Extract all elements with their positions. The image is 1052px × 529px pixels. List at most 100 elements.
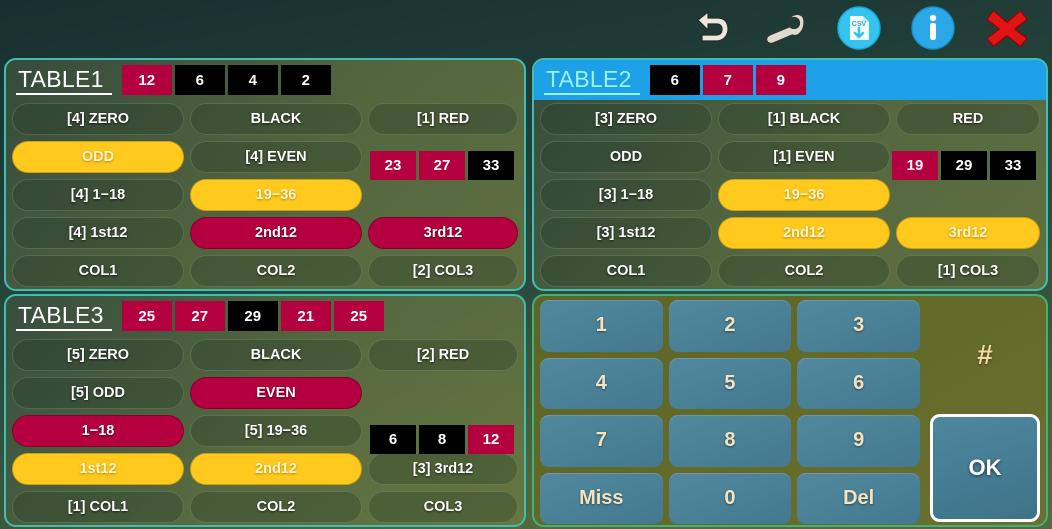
bet-cell-red[interactable]: [2] RED — [368, 339, 518, 371]
bet-cell-black[interactable]: BLACK — [190, 103, 362, 135]
bet-cell-col1[interactable]: COL1 — [12, 255, 184, 287]
history-chip: 7 — [702, 65, 753, 95]
bet-row: COL1 COL2 [2] COL3 — [12, 252, 518, 289]
history-chip: 29 — [227, 301, 278, 331]
table-header-table2[interactable]: TABLE2 679 — [534, 60, 1046, 100]
history-chip: 4 — [227, 65, 278, 95]
keypad-key-4[interactable]: 4 — [540, 357, 663, 409]
bet-cell-red[interactable]: [1] RED — [368, 103, 518, 135]
bet-cell-low[interactable]: 1−18 — [12, 415, 184, 447]
keypad-key-2[interactable]: 2 — [668, 300, 792, 352]
bet-cell-even[interactable]: [1] EVEN — [718, 141, 890, 173]
bet-cell-zero[interactable]: [3] ZERO — [540, 103, 712, 135]
bet-cell-zero[interactable]: [5] ZERO — [12, 339, 184, 371]
bet-row: COL1 COL2 [1] COL3 — [540, 252, 1040, 289]
bet-grid-table1: [4] ZERO BLACK [1] RED ODD [4] EVEN [4] … — [6, 100, 524, 289]
side-chips-table2: 19 29 33 — [892, 151, 1036, 180]
bet-cell-low[interactable]: [4] 1−18 — [12, 179, 184, 211]
keypad-key-0[interactable]: 0 — [668, 472, 792, 524]
bet-row: [4] 1st12 2nd12 3rd12 — [12, 214, 518, 252]
info-button[interactable] — [910, 5, 956, 51]
bet-cell-odd[interactable]: [5] ODD — [12, 377, 184, 409]
undo-button[interactable] — [688, 5, 734, 51]
bet-row: [5] ODD EVEN — [12, 374, 518, 412]
keypad-key-del[interactable]: Del — [797, 472, 920, 524]
bet-cell-dozen1[interactable]: [4] 1st12 — [12, 217, 184, 249]
bet-cell-black[interactable]: BLACK — [190, 339, 362, 371]
bet-cell-dozen1[interactable]: 1st12 — [12, 453, 184, 485]
side-chip: 6 — [370, 425, 416, 454]
keypad-key-5[interactable]: 5 — [668, 357, 792, 409]
bet-cell-low[interactable]: [3] 1−18 — [540, 179, 712, 211]
bet-cell-high[interactable]: [5] 19−36 — [190, 415, 362, 447]
side-chip: 12 — [468, 425, 514, 454]
bet-cell-col1[interactable]: [1] COL1 — [12, 491, 184, 523]
side-chip: 8 — [419, 425, 465, 454]
bet-row: [3] ZERO [1] BLACK RED — [540, 100, 1040, 138]
history-chip: 2 — [280, 65, 331, 95]
bet-cell-high[interactable]: 19−36 — [190, 179, 362, 211]
bet-cell-even[interactable]: [4] EVEN — [190, 141, 362, 173]
bet-cell-red[interactable]: RED — [896, 103, 1040, 135]
ok-button[interactable]: OK — [930, 414, 1040, 522]
entry-display: # — [977, 339, 993, 370]
bet-cell-col2[interactable]: COL2 — [190, 491, 362, 523]
table-header-table1[interactable]: TABLE1 12 6 4 2 — [6, 60, 524, 100]
table-title-table2: TABLE2 — [544, 66, 640, 95]
side-chip: 23 — [370, 151, 416, 180]
csv-export-icon: CSV — [837, 6, 881, 50]
bet-cell-dozen3[interactable]: 3rd12 — [896, 217, 1040, 249]
bet-cell-col3[interactable]: [1] COL3 — [896, 255, 1040, 287]
bet-row: [4] 1−18 19−36 — [12, 176, 518, 214]
close-icon — [986, 10, 1028, 47]
side-chips-table1: 23 27 33 — [370, 151, 514, 180]
settings-button[interactable] — [762, 5, 808, 51]
keypad-key-miss[interactable]: Miss — [540, 472, 663, 524]
bet-cell-dozen2[interactable]: 2nd12 — [190, 217, 362, 249]
keypad-key-6[interactable]: 6 — [797, 357, 920, 409]
side-chip: 27 — [419, 151, 465, 180]
table-header-table3[interactable]: TABLE3 25 27 29 21 25 — [6, 296, 524, 336]
keypad-panel: 1 2 3 4 5 6 7 8 9 Miss 0 Del # OK — [532, 294, 1048, 527]
bet-cell-col3[interactable]: [2] COL3 — [368, 255, 518, 287]
keypad-key-7[interactable]: 7 — [540, 415, 663, 467]
history-chip: 9 — [755, 65, 806, 95]
bet-cell-zero[interactable]: [4] ZERO — [12, 103, 184, 135]
bet-cell-col1[interactable]: COL1 — [540, 255, 712, 287]
table-panel-table1[interactable]: TABLE1 12 6 4 2 [4] ZERO BLACK [1] RED ODD … — [4, 58, 526, 291]
bet-row: [3] 1st12 2nd12 3rd12 — [540, 214, 1040, 252]
bet-row: 1st12 2nd12 [3] 3rd12 — [12, 450, 518, 488]
keypad-key-3[interactable]: 3 — [797, 300, 920, 352]
bet-cell-high[interactable]: 19−36 — [718, 179, 890, 211]
bet-cell-even[interactable]: EVEN — [190, 377, 362, 409]
keypad-key-1[interactable]: 1 — [540, 300, 663, 352]
bet-cell-odd[interactable]: ODD — [12, 141, 184, 173]
csv-export-button[interactable]: CSV — [836, 5, 882, 51]
side-chip: 19 — [892, 151, 938, 180]
bet-cell-dozen3[interactable]: 3rd12 — [368, 217, 518, 249]
bet-cell-col3[interactable]: COL3 — [368, 491, 518, 523]
table-panel-table2[interactable]: TABLE2 679 [3] ZERO [1] BLACK RED ODD [1… — [532, 58, 1048, 291]
keypad-key-8[interactable]: 8 — [668, 415, 792, 467]
table-panel-table3[interactable]: TABLE3 25 27 29 21 25 [5] ZERO BLACK [2] RED… — [4, 294, 526, 527]
wrench-icon — [766, 13, 805, 44]
bet-cell-dozen1[interactable]: [3] 1st12 — [540, 217, 712, 249]
history-chips-table1: 12 6 4 2 — [121, 65, 331, 95]
keypad-key-9[interactable]: 9 — [797, 415, 920, 467]
bet-cell-dozen2[interactable]: 2nd12 — [718, 217, 890, 249]
bet-cell-black[interactable]: [1] BLACK — [718, 103, 890, 135]
bet-row: [1] COL1 COL2 COL3 — [12, 488, 518, 525]
history-chip: 27 — [174, 301, 225, 331]
undo-icon — [697, 11, 729, 42]
history-chips-table3: 25 27 29 21 25 — [121, 301, 384, 331]
bet-cell-dozen2[interactable]: 2nd12 — [190, 453, 362, 485]
bet-grid-table3: [5] ZERO BLACK [2] RED [5] ODD EVEN 1−18… — [6, 336, 524, 525]
history-chip: 25 — [333, 301, 384, 331]
bet-cell-col2[interactable]: COL2 — [718, 255, 890, 287]
bet-cell-dozen3[interactable]: [3] 3rd12 — [368, 453, 518, 485]
bet-cell-col2[interactable]: COL2 — [190, 255, 362, 287]
side-chip: 33 — [468, 151, 514, 180]
bet-cell-odd[interactable]: ODD — [540, 141, 712, 173]
close-button[interactable] — [984, 5, 1030, 51]
history-chip: 25 — [121, 301, 172, 331]
